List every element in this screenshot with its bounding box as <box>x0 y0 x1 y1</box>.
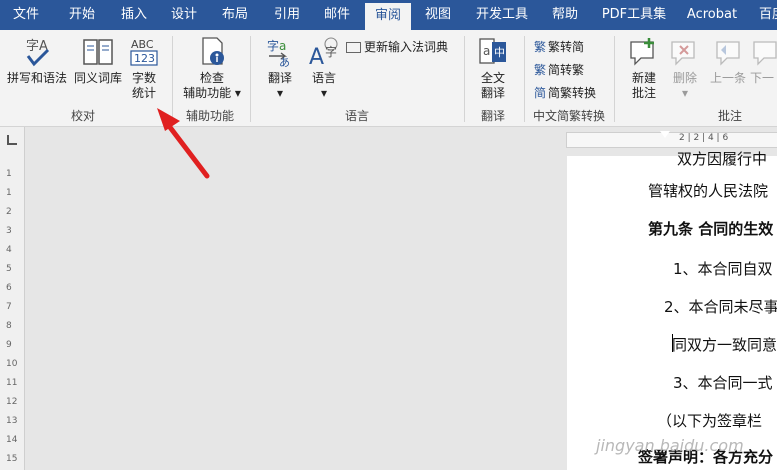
annotation-arrow <box>157 108 210 179</box>
watermark: jingyan.baidu.com <box>596 436 744 455</box>
